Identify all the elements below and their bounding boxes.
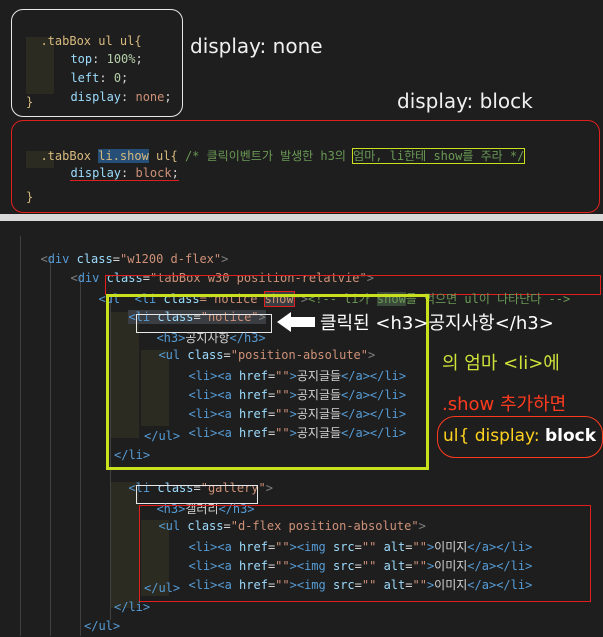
annotation-clicked: 클릭된 <h3>공지사항</h3>: [320, 313, 554, 334]
css-rule-line-4: display: none;: [70, 90, 172, 104]
comment: /* 클릭이벤트가 발생한 h3의: [184, 149, 354, 163]
css-rule-line-5: }: [26, 95, 34, 109]
code-line-19: </li>: [114, 600, 151, 614]
text: 공지글들: [296, 426, 342, 440]
arrow-left-icon: [277, 312, 315, 332]
comment-highlight: 엄마, li한테 show를 주라 */: [352, 148, 526, 164]
list-item: <li><a href="">공지글들</a></li>: [188, 426, 407, 440]
code-line-11: </li>: [114, 448, 151, 462]
label-display-block: display: block: [397, 89, 533, 113]
label-display-none: display: none: [190, 34, 323, 58]
css-rule-line-2: display: block;: [70, 166, 179, 181]
annotation-show: .show 추가하면: [442, 394, 567, 415]
indent-guide: [50, 256, 51, 636]
indent-guide: [111, 482, 139, 608]
annotation-ul: ul{ display: block }: [443, 426, 603, 446]
code-line-18: </ul>: [144, 581, 181, 595]
text: 이미지: [434, 578, 468, 592]
property: display: [70, 166, 122, 181]
code-line-20: </ul>: [84, 619, 121, 633]
annotation-mom: 의 엄마 <li>에: [442, 353, 560, 374]
indent-guide: [20, 236, 21, 636]
value: block: [135, 166, 172, 181]
value: none: [135, 90, 165, 104]
indent-guide: [80, 274, 81, 636]
comment: 를 먹으면 ul이 나타난다 -->: [405, 292, 571, 306]
code-line-10: </ul>: [144, 429, 181, 443]
property: display: [70, 90, 122, 104]
image-item: <li><a href=""><img src="" alt="">이미지</a…: [188, 578, 533, 592]
css-rule-line-3: }: [26, 190, 34, 204]
panel-divider: [0, 214, 603, 221]
